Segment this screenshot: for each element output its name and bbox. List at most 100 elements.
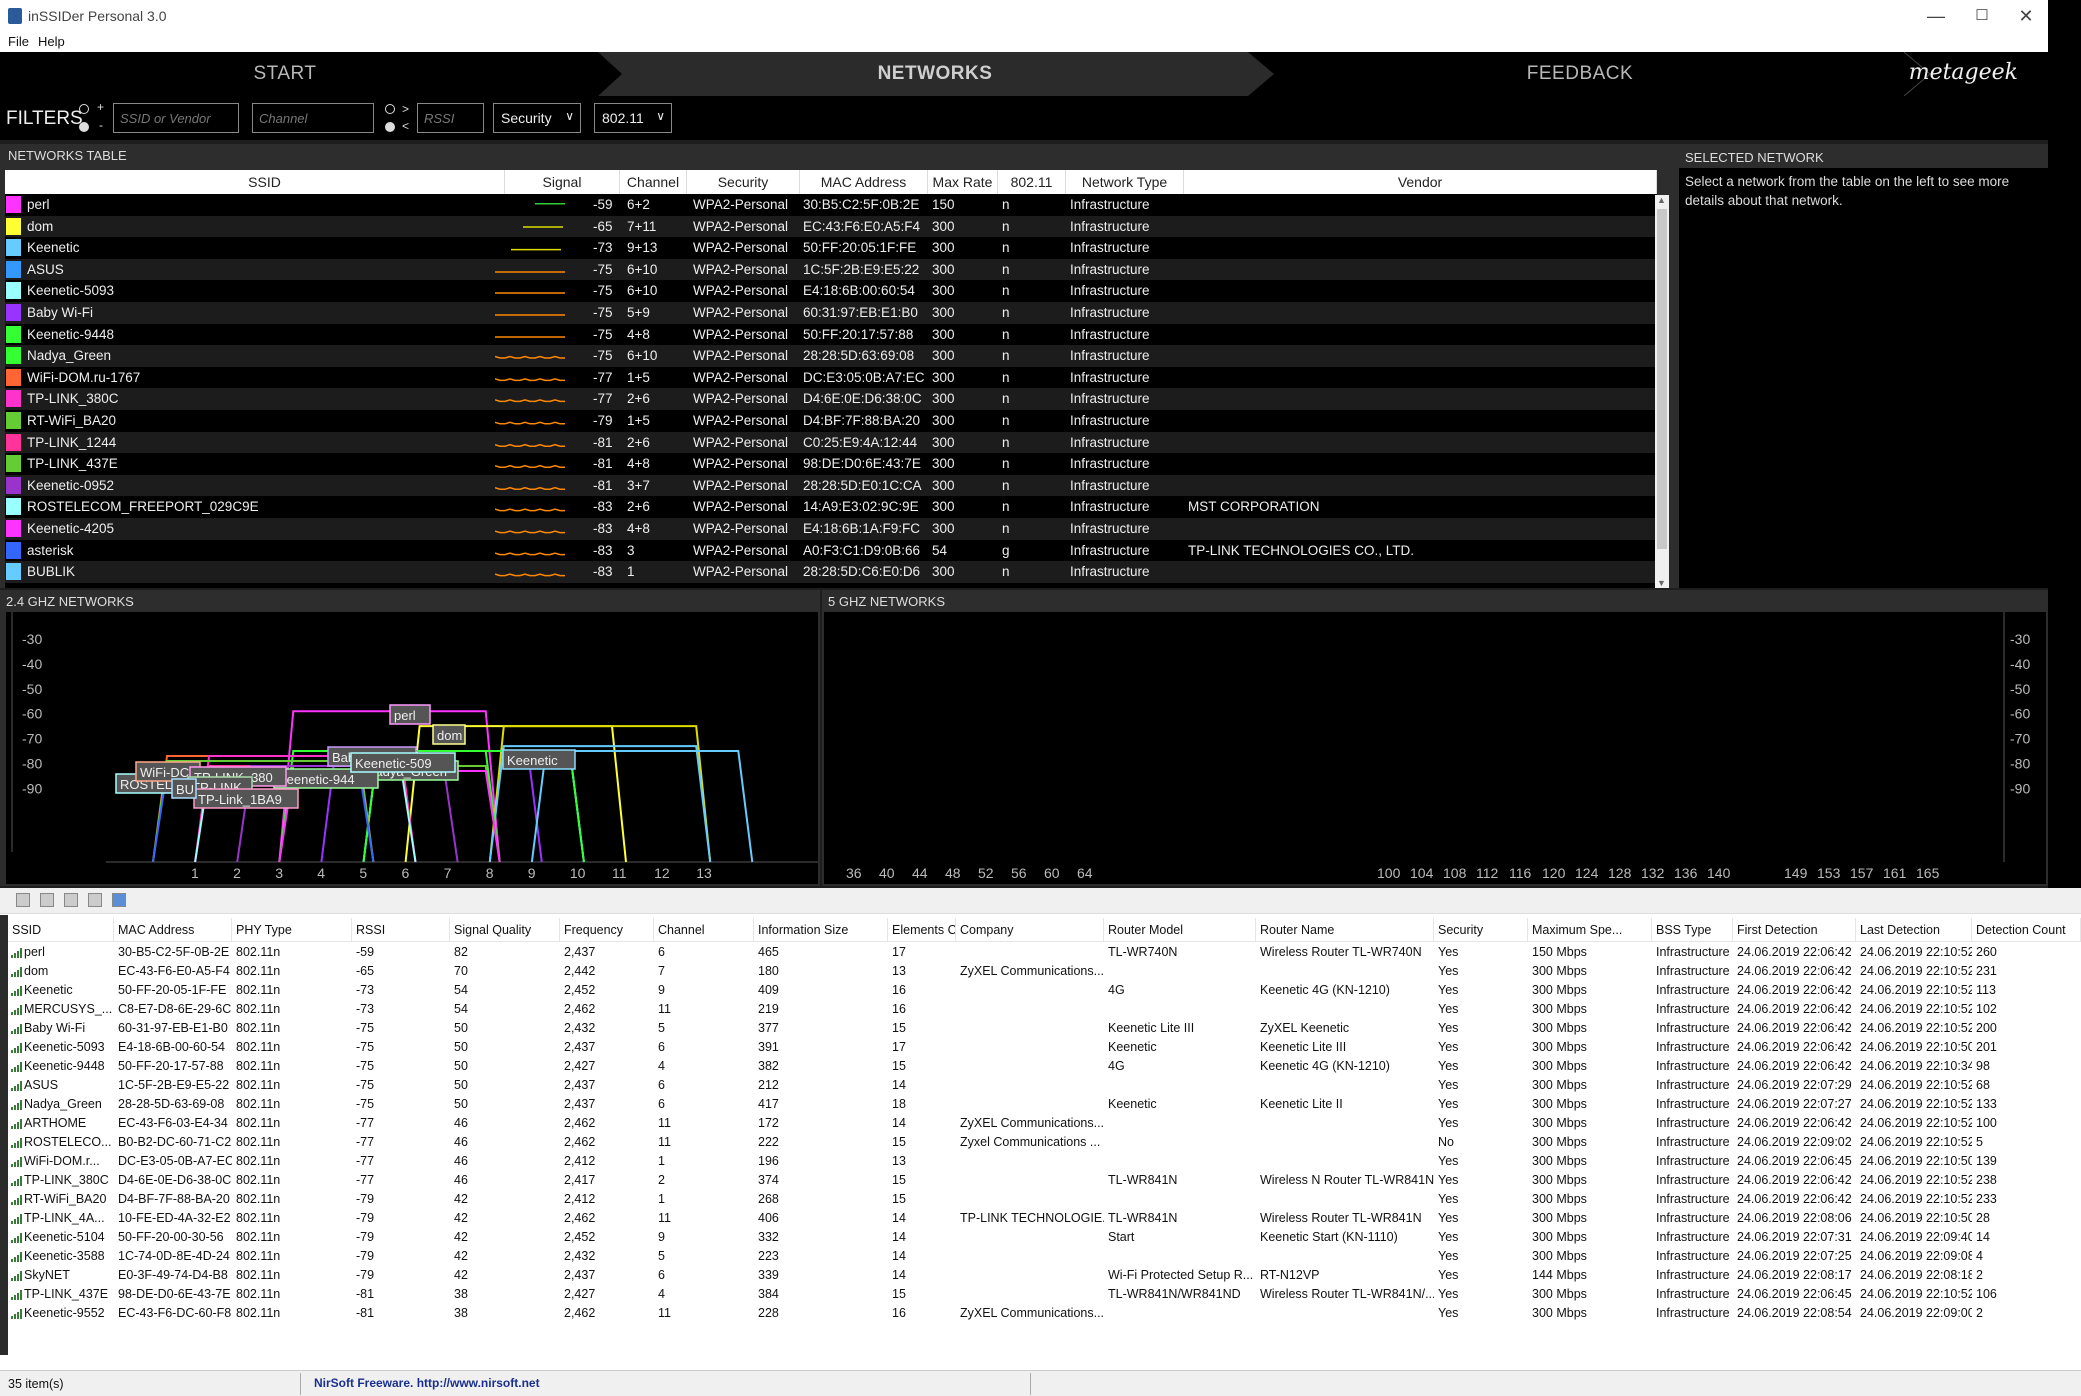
- list-item[interactable]: ARTHOME EC-43-F6-03-E4-34 802.11n -77 46 2,46…: [8, 1114, 2081, 1133]
- network-row[interactable]: dom -65 7+11 WPA2-Personal EC:43:F6:E0:A5:F4…: [5, 215, 1657, 238]
- refresh-icon[interactable]: [112, 893, 126, 907]
- exclude-radio[interactable]: [79, 122, 89, 132]
- list-item[interactable]: ROSTELECO... B0-B2-DC-60-71-C2 802.11n -77 4…: [8, 1133, 2081, 1152]
- col-header-signal[interactable]: Signal: [505, 170, 620, 194]
- save-icon[interactable]: [16, 893, 30, 907]
- network-color-swatch[interactable]: [6, 412, 21, 429]
- list-col-company[interactable]: Company: [956, 918, 1104, 942]
- menu-file[interactable]: File: [8, 34, 29, 49]
- network-row[interactable]: TP-LINK_1244 -81 2+6 WPA2-Personal C0:25:E9:…: [5, 431, 1657, 454]
- menu-help[interactable]: Help: [38, 34, 65, 49]
- list-item[interactable]: perl 30-B5-C2-5F-0B-2E 802.11n -59 82 2,437 6 4…: [8, 943, 2081, 962]
- dot11-dropdown[interactable]: 802.11 ∨: [594, 103, 672, 133]
- include-radio[interactable]: [79, 104, 89, 114]
- network-row[interactable]: ROSTELECOM_FREEPORT_029C9E -83 2+6 WPA2-Per…: [5, 496, 1657, 518]
- list-item[interactable]: dom EC-43-F6-E0-A5-F4 802.11n -65 70 2,442 7 18…: [8, 962, 2081, 981]
- lt-radio[interactable]: [385, 122, 395, 132]
- network-color-swatch[interactable]: [6, 260, 21, 278]
- security-dropdown[interactable]: Security ∨: [493, 103, 581, 133]
- ssid-vendor-input[interactable]: SSID or Vendor: [113, 103, 239, 133]
- list-item[interactable]: TP-LINK_4A... 10-FE-ED-4A-32-E2 802.11n -79…: [8, 1209, 2081, 1228]
- list-item[interactable]: Keenetic-3588 1C-74-0D-8E-4D-24 802.11n -79…: [8, 1247, 2081, 1266]
- list-item[interactable]: WiFi-DOM.r... DC-E3-05-0B-A7-EC 802.11n -77…: [8, 1152, 2081, 1171]
- col-header-channel[interactable]: Channel: [620, 170, 687, 194]
- network-color-swatch[interactable]: [6, 304, 21, 321]
- network-color-swatch[interactable]: [6, 498, 21, 516]
- tab-start[interactable]: START: [0, 52, 570, 96]
- network-row[interactable]: asterisk -83 3 WPA2-Personal A0:F3:C1:D9:0B:…: [5, 540, 1657, 562]
- network-row[interactable]: Keenetic-4205 -83 4+8 WPA2-Personal E4:18:6B…: [5, 518, 1657, 540]
- networks-table-scrollbar[interactable]: ▲ ▼: [1655, 195, 1669, 588]
- network-row[interactable]: ASUS -75 6+10 WPA2-Personal 1C:5F:2B:E9:E5:2…: [5, 258, 1657, 281]
- list-item[interactable]: TP-LINK_437E 98-DE-D0-6E-43-7E 802.11n -81 3…: [8, 1285, 2081, 1304]
- properties-icon[interactable]: [64, 893, 78, 907]
- list-col-mac-address[interactable]: MAC Address: [114, 918, 232, 942]
- scroll-down-icon[interactable]: ▼: [1657, 578, 1666, 588]
- maximize-button[interactable]: ☐: [1962, 3, 2002, 29]
- list-item[interactable]: TP-LINK_380C D4-6E-0E-D6-38-0C 802.11n -77 4…: [8, 1171, 2081, 1190]
- list-col-signal-quality[interactable]: Signal Quality: [450, 918, 560, 942]
- list-col-information-size[interactable]: Information Size: [754, 918, 888, 942]
- list-col-ssid[interactable]: SSID: [8, 918, 114, 942]
- network-row[interactable]: WiFi-DOM.ru-1767 -77 1+5 WPA2-Personal DC:E3…: [5, 367, 1657, 389]
- list-item[interactable]: MERCUSYS_... C8-E7-D8-6E-29-6C 802.11n -73 5…: [8, 1000, 2081, 1019]
- html-report-icon[interactable]: [88, 893, 102, 907]
- gt-radio[interactable]: [385, 104, 395, 114]
- copy-icon[interactable]: [40, 893, 54, 907]
- col-header-security[interactable]: Security: [687, 170, 800, 194]
- network-row[interactable]: TP-LINK_437E -81 4+8 WPA2-Personal 98:DE:D0:…: [5, 453, 1657, 475]
- list-item[interactable]: SkyNET E0-3F-49-74-D4-B8 802.11n -79 42 2,437…: [8, 1266, 2081, 1285]
- network-color-swatch[interactable]: [6, 368, 21, 386]
- list-col-bss-type[interactable]: BSS Type: [1652, 918, 1733, 942]
- network-row[interactable]: perl -59 6+2 WPA2-Personal 30:B5:C2:5F:0B:2E…: [5, 194, 1657, 216]
- list-item[interactable]: Keenetic-9448 50-FF-20-17-57-88 802.11n -75…: [8, 1057, 2081, 1076]
- col-header-vendor[interactable]: Vendor: [1184, 170, 1657, 194]
- network-row[interactable]: RT-WiFi_BA20 -79 1+5 WPA2-Personal D4:BF:7F:…: [5, 410, 1657, 432]
- network-color-swatch[interactable]: [6, 282, 21, 300]
- network-color-swatch[interactable]: [6, 347, 21, 365]
- col-header-802-11[interactable]: 802.11: [998, 170, 1066, 194]
- list-col-phy-type[interactable]: PHY Type: [232, 918, 352, 942]
- list-col-frequency[interactable]: Frequency: [560, 918, 654, 942]
- network-row[interactable]: Keenetic-0952 -81 3+7 WPA2-Personal 28:28:5D…: [5, 474, 1657, 497]
- network-color-swatch[interactable]: [6, 476, 21, 494]
- list-item[interactable]: Nadya_Green 28-28-5D-63-69-08 802.11n -75 50…: [8, 1095, 2081, 1114]
- list-col-last-detection[interactable]: Last Detection: [1856, 918, 1972, 942]
- network-color-swatch[interactable]: [6, 239, 21, 257]
- network-color-swatch[interactable]: [6, 433, 21, 451]
- list-col-elements-count[interactable]: Elements Count: [888, 918, 956, 942]
- list-col-detection-count[interactable]: Detection Count: [1972, 918, 2081, 942]
- list-col-first-detection[interactable]: First Detection: [1733, 918, 1856, 942]
- col-header-network-type[interactable]: Network Type: [1066, 170, 1184, 194]
- col-header-mac-address[interactable]: MAC Address: [800, 170, 928, 194]
- network-color-swatch[interactable]: [6, 520, 21, 537]
- nirsoft-link[interactable]: NirSoft Freeware. http://www.nirsoft.net: [314, 1376, 540, 1390]
- col-header-ssid[interactable]: SSID: [25, 170, 505, 194]
- network-color-swatch[interactable]: [6, 455, 21, 473]
- list-item[interactable]: RT-WiFi_BA20 D4-BF-7F-88-BA-20 802.11n -79 4…: [8, 1190, 2081, 1209]
- col-header-max-rate[interactable]: Max Rate: [928, 170, 998, 194]
- network-color-swatch[interactable]: [6, 196, 21, 213]
- list-item[interactable]: Baby Wi-Fi 60-31-97-EB-E1-B0 802.11n -75 50 2…: [8, 1019, 2081, 1038]
- list-item[interactable]: Keenetic-9552 EC-43-F6-DC-60-F8 802.11n -81…: [8, 1304, 2081, 1323]
- list-item[interactable]: ASUS 1C-5F-2B-E9-E5-22 802.11n -75 50 2,437 6 2…: [8, 1076, 2081, 1095]
- list-col-router-name[interactable]: Router Name: [1256, 918, 1434, 942]
- network-row[interactable]: BUBLIK -83 1 WPA2-Personal 28:28:5D:C6:E0:D6…: [5, 561, 1657, 583]
- list-item[interactable]: Keenetic 50-FF-20-05-1F-FE 802.11n -73 54 2,4…: [8, 981, 2081, 1000]
- list-col-router-model[interactable]: Router Model: [1104, 918, 1256, 942]
- rssi-input[interactable]: RSSI: [417, 103, 484, 133]
- network-color-swatch[interactable]: [6, 563, 21, 581]
- list-col-channel[interactable]: Channel: [654, 918, 754, 942]
- list-col-maximum-spe-[interactable]: Maximum Spe...: [1528, 918, 1652, 942]
- close-button[interactable]: ✕: [2006, 3, 2046, 29]
- list-item[interactable]: Keenetic-5093 E4-18-6B-00-60-54 802.11n -75…: [8, 1038, 2081, 1057]
- network-row[interactable]: Keenetic -73 9+13 WPA2-Personal 50:FF:20:05:…: [5, 237, 1657, 259]
- network-color-swatch[interactable]: [6, 325, 21, 343]
- list-item[interactable]: Keenetic-5104 50-FF-20-00-30-56 802.11n -79…: [8, 1228, 2081, 1247]
- network-row[interactable]: Nadya_Green -75 6+10 WPA2-Personal 28:28:5D:…: [5, 345, 1657, 367]
- channel-input[interactable]: Channel: [252, 103, 374, 133]
- scroll-thumb[interactable]: [1657, 209, 1667, 549]
- network-color-swatch[interactable]: [6, 390, 21, 408]
- network-row[interactable]: Keenetic-9448 -75 4+8 WPA2-Personal 50:FF:20…: [5, 324, 1657, 346]
- scroll-up-icon[interactable]: ▲: [1657, 195, 1666, 205]
